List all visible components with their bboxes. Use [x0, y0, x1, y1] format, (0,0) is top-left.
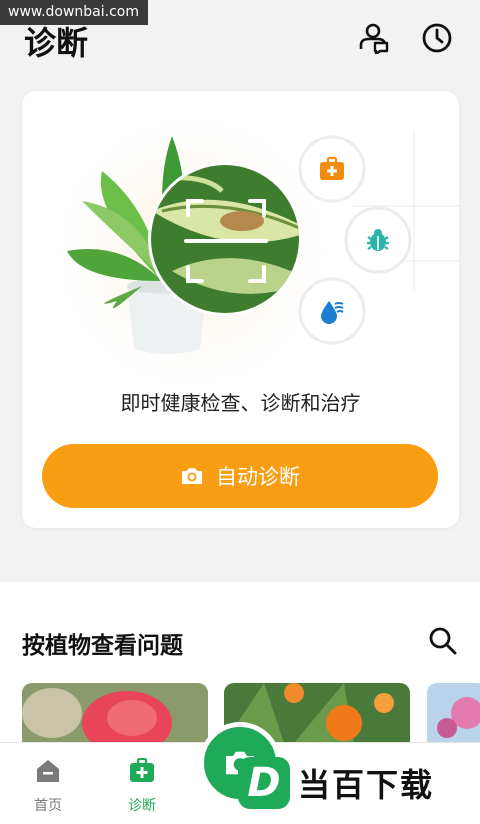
first-aid-kit-icon [320, 156, 344, 180]
camera-icon [182, 468, 202, 484]
tab-diagnose-label: 诊断 [128, 798, 156, 814]
brand-watermark: D 当百下载 [238, 757, 434, 809]
home-icon [37, 760, 59, 782]
rose-thumbnail[interactable] [22, 683, 208, 743]
tab-home[interactable]: 首页 [8, 743, 88, 824]
flower-thumbnail[interactable] [427, 683, 480, 743]
search-icon[interactable] [428, 626, 458, 656]
section-title: 按植物查看问题 [22, 633, 183, 659]
card-description: 即时健康检查、诊断和治疗 [120, 391, 361, 415]
brand-name: 当百下载 [298, 766, 435, 804]
plant-scan-illustration [42, 101, 459, 391]
auto-diagnose-button[interactable]: 自动诊断 [42, 444, 438, 508]
bug-icon [367, 229, 389, 251]
first-aid-kit-icon [130, 758, 154, 782]
brand-logo: D [238, 757, 290, 809]
history-clock-icon[interactable] [421, 22, 453, 54]
watermark-label: www.downbai.com [0, 0, 148, 25]
expert-chat-icon[interactable] [357, 22, 389, 54]
tab-home-label: 首页 [34, 798, 62, 814]
tab-diagnose[interactable]: 诊断 [102, 743, 182, 824]
auto-diagnose-label: 自动诊断 [216, 465, 300, 489]
water-drop-icon [321, 301, 344, 324]
diagnosis-card: 即时健康检查、诊断和治疗 自动诊断 [22, 91, 459, 528]
